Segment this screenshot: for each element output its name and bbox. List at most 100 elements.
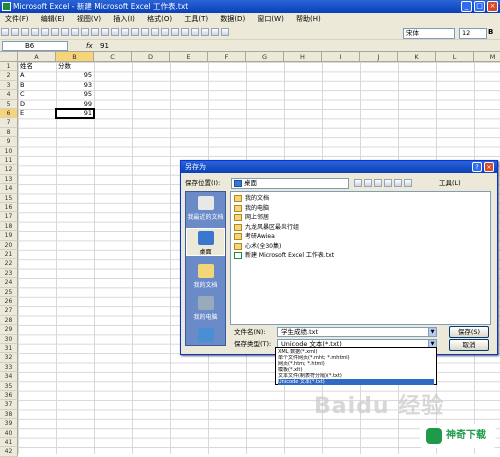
views-icon[interactable] [404, 179, 412, 187]
cell[interactable]: 95 [58, 71, 92, 80]
cancel-button[interactable]: 取消 [449, 339, 489, 351]
permission-icon[interactable] [31, 28, 39, 36]
file-list-item[interactable]: 我的电脑 [234, 204, 269, 213]
zoom-icon[interactable] [211, 28, 219, 36]
spelling-icon[interactable] [71, 28, 79, 36]
filetype-dropdown-list[interactable]: XML 数据(*.xml) 单个文件网页(*.mht; *.mhtml) 网页(*.… [275, 347, 437, 385]
row-header[interactable]: 9 [0, 137, 18, 147]
row-header[interactable]: 15 [0, 193, 18, 203]
file-list-item[interactable]: 网上邻居 [234, 213, 269, 222]
row-header[interactable]: 1 [0, 62, 18, 72]
row-header[interactable]: 29 [0, 325, 18, 335]
row-header[interactable]: 14 [0, 184, 18, 194]
save-icon[interactable] [21, 28, 29, 36]
row-header[interactable]: 16 [0, 203, 18, 213]
column-header[interactable]: C [94, 52, 132, 62]
column-header[interactable]: B [56, 52, 94, 62]
row-header[interactable]: 42 [0, 447, 18, 457]
row-header[interactable]: 21 [0, 250, 18, 260]
place-my-documents[interactable]: 我的文档 [186, 264, 225, 289]
row-header[interactable]: 36 [0, 391, 18, 401]
formula-input[interactable]: 91 [100, 40, 109, 52]
menu-tools[interactable]: 工具(T) [184, 15, 208, 23]
research-icon[interactable] [81, 28, 89, 36]
column-header[interactable]: G [246, 52, 284, 62]
name-box[interactable]: B6 [2, 41, 68, 51]
cell[interactable]: C [20, 90, 54, 99]
row-header[interactable]: 5 [0, 99, 18, 109]
row-header[interactable]: 35 [0, 381, 18, 391]
email-icon[interactable] [41, 28, 49, 36]
row-header[interactable]: 12 [0, 165, 18, 175]
menu-format[interactable]: 格式(O) [147, 15, 172, 23]
row-header[interactable]: 13 [0, 174, 18, 185]
row-header[interactable]: 2 [0, 71, 18, 81]
cell[interactable]: E [20, 109, 54, 118]
paste-icon[interactable] [111, 28, 119, 36]
dialog-close-button[interactable]: × [484, 162, 494, 172]
menu-view[interactable]: 视图(V) [77, 15, 101, 23]
chevron-down-icon[interactable]: ▼ [428, 328, 436, 336]
sort-ascending-icon[interactable] [171, 28, 179, 36]
row-header[interactable]: 41 [0, 438, 18, 448]
row-header[interactable]: 26 [0, 297, 18, 307]
row-header[interactable]: 40 [0, 428, 18, 438]
row-header[interactable]: 32 [0, 353, 18, 363]
row-header[interactable]: 30 [0, 334, 18, 344]
column-header[interactable]: J [360, 52, 398, 62]
help-icon[interactable] [221, 28, 229, 36]
menu-data[interactable]: 数据(D) [220, 15, 245, 23]
row-header[interactable]: 10 [0, 146, 18, 156]
new-icon[interactable] [1, 28, 9, 36]
fx-icon[interactable]: fx [86, 40, 93, 52]
column-header[interactable]: F [208, 52, 246, 62]
drawing-icon[interactable] [201, 28, 209, 36]
row-header[interactable]: 31 [0, 344, 18, 354]
sort-descending-icon[interactable] [181, 28, 189, 36]
back-icon[interactable] [354, 179, 362, 187]
column-header[interactable]: L [436, 52, 474, 62]
select-all-corner[interactable] [0, 52, 18, 62]
file-list-item[interactable]: 考研Awiea [234, 232, 275, 241]
row-header[interactable]: 4 [0, 90, 18, 100]
cell[interactable]: 分数 [58, 62, 92, 71]
place-my-computer[interactable]: 我的电脑 [186, 296, 225, 321]
row-header[interactable]: 27 [0, 306, 18, 316]
undo-icon[interactable] [131, 28, 139, 36]
row-header[interactable]: 23 [0, 268, 18, 279]
menu-file[interactable]: 文件(F) [5, 15, 29, 23]
new-folder-icon[interactable] [394, 179, 402, 187]
row-header[interactable]: 28 [0, 315, 18, 326]
file-list-item[interactable]: 我的文档 [234, 194, 269, 203]
row-header[interactable]: 33 [0, 362, 18, 373]
chart-wizard-icon[interactable] [191, 28, 199, 36]
hyperlink-icon[interactable] [151, 28, 159, 36]
column-header[interactable]: I [322, 52, 360, 62]
bold-button[interactable]: B [488, 28, 493, 36]
row-header[interactable]: 8 [0, 127, 18, 138]
autosum-icon[interactable] [161, 28, 169, 36]
file-list[interactable]: 我的文档 我的电脑 网上邻居 九龙风暴区最炎行组 考研Awiea 心术(全30集) 新建 M… [230, 191, 491, 325]
row-header[interactable]: 22 [0, 259, 18, 269]
filename-input[interactable]: 学生成绩.txt ▼ [277, 327, 437, 337]
save-button[interactable]: 保存(S) [449, 326, 489, 338]
cell[interactable]: B [20, 81, 54, 90]
row-header[interactable]: 20 [0, 240, 18, 250]
maximize-button[interactable]: □ [474, 1, 485, 12]
row-header[interactable]: 17 [0, 212, 18, 222]
close-button[interactable]: × [487, 1, 498, 12]
row-header[interactable]: 37 [0, 400, 18, 410]
cell[interactable]: A [20, 71, 54, 80]
minimize-button[interactable]: _ [461, 1, 472, 12]
column-header[interactable]: D [132, 52, 170, 62]
place-network[interactable] [186, 328, 225, 344]
row-header[interactable]: 38 [0, 409, 18, 420]
print-preview-icon[interactable] [61, 28, 69, 36]
column-header[interactable]: K [398, 52, 436, 62]
place-recent[interactable]: 我最近的文档 [186, 196, 225, 221]
row-header[interactable]: 11 [0, 156, 18, 166]
column-header[interactable]: A [18, 52, 56, 62]
row-header[interactable]: 3 [0, 80, 18, 91]
redo-icon[interactable] [141, 28, 149, 36]
row-header[interactable]: 39 [0, 419, 18, 429]
